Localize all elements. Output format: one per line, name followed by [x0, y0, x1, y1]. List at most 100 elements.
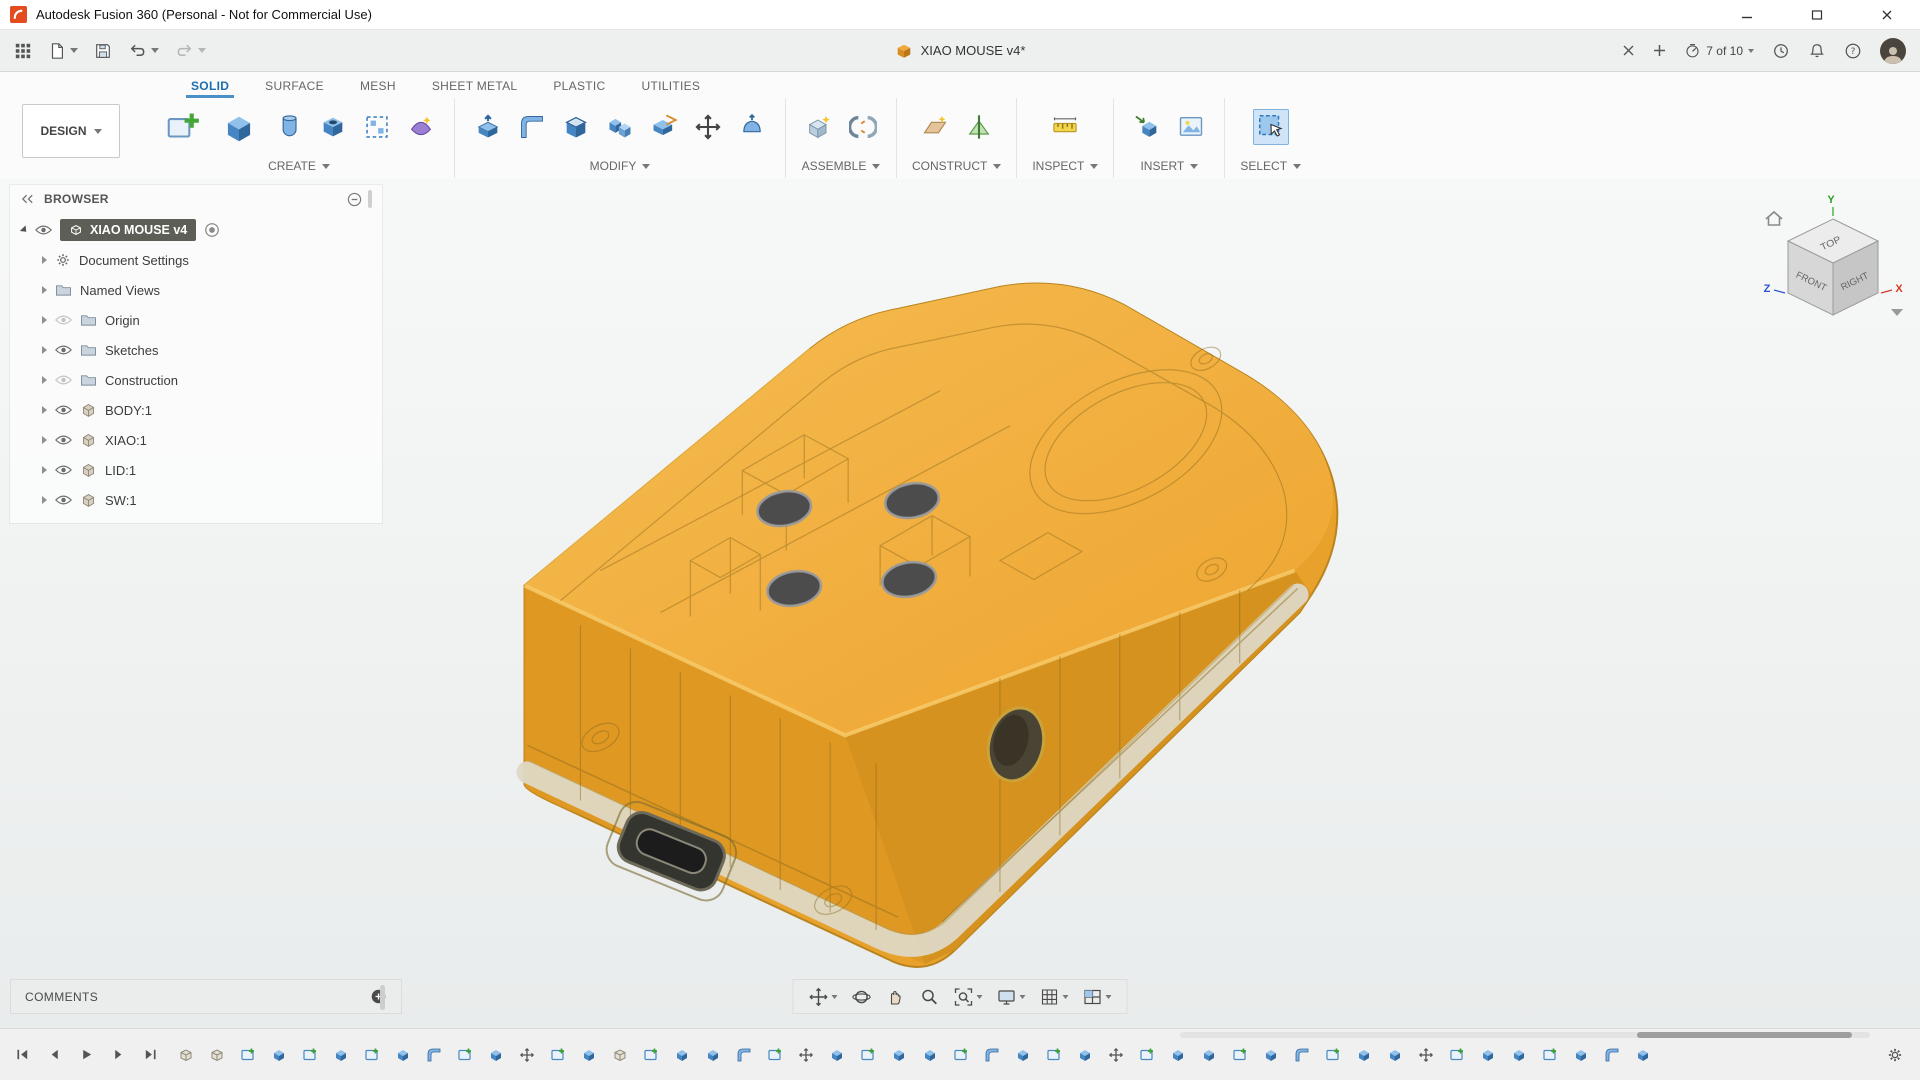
canvas[interactable]: BROWSER XIAO MOUSE v4Document SettingsNa… [0, 179, 1920, 1029]
timeline-feature-sketch[interactable] [1230, 1045, 1250, 1065]
form-button[interactable] [403, 109, 439, 145]
tab-mesh[interactable]: MESH [355, 77, 401, 98]
create-sketch-button[interactable] [159, 103, 207, 151]
activate-radio-icon[interactable] [204, 222, 220, 238]
eye-icon[interactable] [35, 224, 52, 236]
tab-sheet-metal[interactable]: SHEET METAL [427, 77, 523, 98]
timeline-feature-extrude[interactable] [579, 1045, 599, 1065]
timeline-feature-sketch[interactable] [455, 1045, 475, 1065]
expand-arrow-icon[interactable] [42, 286, 47, 294]
app-grid-button[interactable] [14, 42, 32, 60]
grid-button[interactable] [1035, 985, 1074, 1009]
timeline-feature-extrude[interactable] [331, 1045, 351, 1065]
file-menu-button[interactable] [48, 42, 78, 60]
timeline-feature-fillet[interactable] [734, 1045, 754, 1065]
timeline-feature-extrude[interactable] [703, 1045, 723, 1065]
create-menu[interactable]: CREATE [268, 156, 330, 176]
fit-button[interactable] [949, 985, 988, 1009]
step-back-button[interactable] [44, 1045, 64, 1065]
timeline-feature-sketch[interactable] [548, 1045, 568, 1065]
close-document-button[interactable] [1622, 44, 1635, 57]
document-tab[interactable]: XIAO MOUSE v4* [895, 42, 1026, 60]
expand-arrow-icon[interactable] [20, 225, 29, 234]
timeline-feature-component[interactable] [176, 1045, 196, 1065]
skip-start-button[interactable] [12, 1045, 32, 1065]
view-cube[interactable]: TOP FRONT RIGHT Y X Z [1758, 189, 1908, 349]
comments-bar[interactable]: COMMENTS [10, 979, 402, 1014]
timeline-settings-gear-icon[interactable] [1886, 1046, 1904, 1064]
select-button[interactable] [1253, 109, 1289, 145]
construct-menu[interactable]: CONSTRUCT [912, 156, 1001, 176]
tab-utilities[interactable]: UTILITIES [637, 77, 706, 98]
position-button[interactable] [804, 985, 843, 1009]
pattern-button[interactable] [359, 109, 395, 145]
timeline-feature-fillet[interactable] [982, 1045, 1002, 1065]
timeline-feature-sketch[interactable] [1447, 1045, 1467, 1065]
timeline-scrollbar-thumb[interactable] [1637, 1032, 1852, 1038]
expand-arrow-icon[interactable] [42, 346, 47, 354]
expand-arrow-icon[interactable] [42, 436, 47, 444]
timeline-feature-extrude[interactable] [920, 1045, 940, 1065]
viewcube-cube[interactable]: TOP FRONT RIGHT [1788, 219, 1878, 315]
timeline-feature-sketch[interactable] [858, 1045, 878, 1065]
timeline-feature-sketch[interactable] [1540, 1045, 1560, 1065]
modify-menu[interactable]: MODIFY [590, 156, 651, 176]
comments-grip[interactable] [380, 985, 385, 1010]
timeline-feature-sketch[interactable] [1323, 1045, 1343, 1065]
minimize-panel-icon[interactable] [347, 192, 362, 207]
eye-icon[interactable] [55, 404, 72, 416]
browser-row-construction[interactable]: Construction [10, 365, 382, 395]
timeline-feature-move[interactable] [517, 1045, 537, 1065]
3d-model[interactable] [525, 283, 1338, 967]
timeline-feature-extrude[interactable] [393, 1045, 413, 1065]
combine-button[interactable] [602, 109, 638, 145]
workspace-selector[interactable]: DESIGN [22, 104, 120, 158]
browser-row-xiao-1[interactable]: XIAO:1 [10, 425, 382, 455]
expand-arrow-icon[interactable] [42, 406, 47, 414]
minimize-button[interactable] [1734, 5, 1760, 25]
canvas-button[interactable] [1173, 109, 1209, 145]
select-menu[interactable]: SELECT [1240, 156, 1301, 176]
timeline-feature-component[interactable] [207, 1045, 227, 1065]
timeline-feature-extrude[interactable] [486, 1045, 506, 1065]
notifications-button[interactable] [1808, 42, 1826, 60]
browser-row-sketches[interactable]: Sketches [10, 335, 382, 365]
fillet-button[interactable] [514, 109, 550, 145]
new-component-button[interactable] [801, 109, 837, 145]
home-icon[interactable] [1766, 212, 1782, 225]
timeline-feature-sketch[interactable] [765, 1045, 785, 1065]
browser-row-named-views[interactable]: Named Views [10, 275, 382, 305]
timeline-feature-extrude[interactable] [1261, 1045, 1281, 1065]
undo-button[interactable] [128, 41, 159, 60]
user-avatar[interactable] [1880, 38, 1906, 64]
close-window-button[interactable] [1874, 5, 1900, 25]
hole-button[interactable] [315, 109, 351, 145]
timeline-feature-extrude[interactable] [1013, 1045, 1033, 1065]
timeline-feature-extrude[interactable] [1633, 1045, 1653, 1065]
timeline-feature-extrude[interactable] [269, 1045, 289, 1065]
timeline-feature-move[interactable] [796, 1045, 816, 1065]
new-document-tab-button[interactable] [1653, 44, 1666, 57]
eye-icon[interactable] [55, 434, 72, 446]
help-button[interactable]: ? [1844, 42, 1862, 60]
timeline-feature-sketch[interactable] [1137, 1045, 1157, 1065]
offset-face-button[interactable] [734, 109, 770, 145]
eye-icon[interactable] [55, 494, 72, 506]
extrude-button[interactable] [215, 103, 263, 151]
viewcube-menu-icon[interactable] [1891, 309, 1903, 316]
collapse-panel-icon[interactable] [20, 194, 35, 204]
save-button[interactable] [94, 42, 112, 60]
joint-button[interactable] [845, 109, 881, 145]
maximize-button[interactable] [1804, 5, 1830, 25]
measure-button[interactable] [1047, 109, 1083, 145]
timeline-feature-sketch[interactable] [238, 1045, 258, 1065]
tab-solid[interactable]: SOLID [186, 77, 234, 98]
timeline-feature-sketch[interactable] [300, 1045, 320, 1065]
expand-arrow-icon[interactable] [42, 496, 47, 504]
pan-button[interactable] [881, 985, 911, 1009]
timeline-feature-extrude[interactable] [1168, 1045, 1188, 1065]
timeline-feature-extrude[interactable] [1354, 1045, 1374, 1065]
timeline-feature-move[interactable] [1416, 1045, 1436, 1065]
step-forward-button[interactable] [108, 1045, 128, 1065]
shell-button[interactable] [558, 109, 594, 145]
